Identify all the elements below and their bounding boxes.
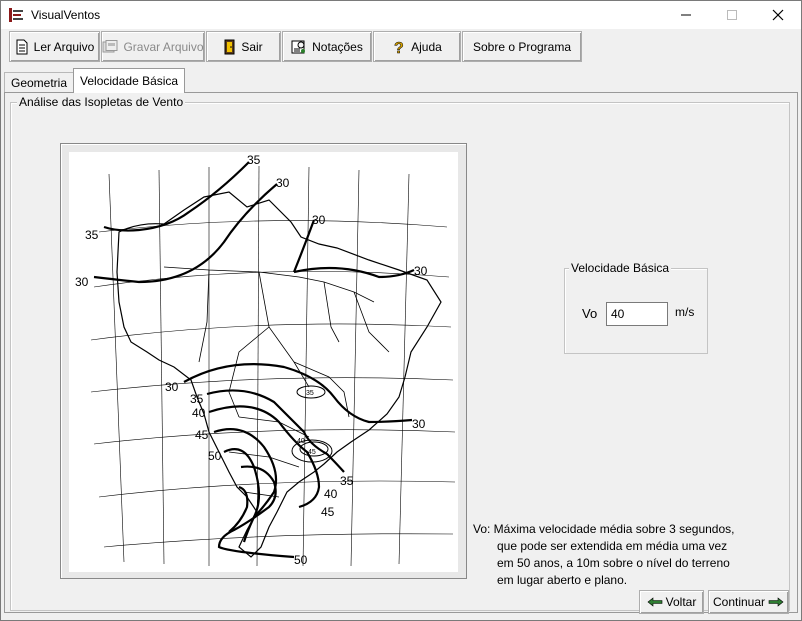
isopleth-label: 50 — [208, 449, 222, 463]
note-line: que pode ser extendida em média uma vez — [497, 539, 728, 553]
notations-label: Notações — [312, 39, 363, 54]
velocity-groupbox-title: Velocidade Básica — [569, 261, 672, 275]
vo-input[interactable] — [606, 302, 668, 326]
analysis-groupbox-title: Análise das Isopletas de Vento — [17, 95, 186, 109]
notes-icon — [291, 39, 307, 55]
document-icon — [15, 39, 29, 55]
analysis-groupbox: Análise das Isopletas de Vento 35 30 35 … — [10, 95, 790, 614]
note-line: em lugar aberto e plano. — [497, 573, 628, 587]
exit-door-icon — [224, 39, 236, 55]
notations-button[interactable]: Notações — [282, 31, 372, 62]
tab-strip: Geometria Velocidade Básica — [4, 68, 186, 93]
tab-geometry-label: Geometria — [11, 76, 68, 90]
continue-label: Continuar — [712, 595, 766, 609]
tab-basic-velocity-label: Velocidade Básica — [80, 74, 179, 88]
tab-panel: Análise das Isopletas de Vento 35 30 35 … — [4, 92, 798, 614]
help-icon: ? — [392, 39, 406, 55]
isopleth-label: 40 — [297, 438, 305, 445]
isopleth-label: 40 — [192, 406, 206, 420]
isopleth-label: 30 — [414, 264, 428, 278]
continue-button[interactable]: Continuar — [708, 590, 789, 614]
isopleth-label: 45 — [308, 449, 316, 456]
close-button[interactable] — [755, 1, 801, 29]
isopleth-label: 50 — [294, 553, 308, 567]
maximize-button[interactable] — [709, 1, 755, 29]
help-button[interactable]: ? Ajuda — [373, 31, 461, 62]
exit-label: Sair — [241, 39, 263, 54]
isopleth-label: 30 — [276, 176, 290, 190]
vo-label: Vo — [582, 306, 598, 321]
note-line: Vo: Máxima velocidade média sobre 3 segu… — [473, 522, 735, 536]
window-title: VisualVentos — [31, 8, 101, 22]
tab-basic-velocity[interactable]: Velocidade Básica — [73, 68, 186, 93]
arrow-left-icon — [647, 597, 662, 607]
isopleth-label: 30 — [312, 213, 326, 227]
app-window: VisualVentos Ler Arquivo Gravar Arquivo — [0, 0, 802, 621]
isopleth-label: 45 — [195, 428, 209, 442]
isopleth-label: 35 — [306, 390, 314, 397]
velocity-groupbox: Velocidade Básica Vo m/s — [564, 261, 708, 354]
isopleth-label: 40 — [324, 487, 338, 501]
velocity-note: Vo: Máxima velocidade média sobre 3 segu… — [473, 521, 773, 589]
save-icon — [102, 39, 118, 54]
save-file-button[interactable]: Gravar Arquivo — [101, 31, 205, 62]
open-file-label: Ler Arquivo — [33, 39, 95, 54]
open-file-button[interactable]: Ler Arquivo — [9, 31, 100, 62]
about-label: Sobre o Programa — [472, 39, 572, 54]
isopleth-label: 35 — [340, 474, 354, 488]
svg-text:?: ? — [394, 40, 404, 55]
isopleth-label: 35 — [85, 228, 99, 242]
map-frame: 35 30 35 30 30 30 30 35 40 45 50 35 40 4… — [60, 143, 467, 579]
minimize-button[interactable] — [663, 1, 709, 29]
about-button[interactable]: Sobre o Programa — [462, 31, 582, 62]
help-label: Ajuda — [411, 39, 442, 54]
back-label: Voltar — [665, 595, 697, 609]
unit-label: m/s — [675, 305, 695, 319]
minimize-icon — [681, 14, 691, 16]
isopleth-label: 35 — [190, 392, 204, 406]
isopleth-label: 45 — [321, 505, 335, 519]
close-icon — [772, 9, 784, 21]
arrow-right-icon — [768, 597, 784, 607]
isopleth-label: 30 — [412, 417, 426, 431]
title-bar[interactable]: VisualVentos — [1, 1, 801, 29]
tab-geometry[interactable]: Geometria — [4, 72, 75, 93]
isopleth-map: 35 30 35 30 30 30 30 35 40 45 50 35 40 4… — [69, 152, 458, 572]
app-logo-icon — [9, 8, 23, 22]
isopleth-label: 30 — [75, 275, 89, 289]
maximize-icon — [727, 10, 737, 20]
save-file-label: Gravar Arquivo — [123, 39, 204, 54]
toolbar: Ler Arquivo Gravar Arquivo Sair Notações… — [9, 31, 583, 63]
isopleth-label: 30 — [165, 380, 179, 394]
note-line: em 50 anos, a 10m sobre o nível do terre… — [497, 556, 730, 570]
isopleth-label: 35 — [247, 153, 261, 167]
back-button[interactable]: Voltar — [639, 590, 704, 614]
exit-button[interactable]: Sair — [206, 31, 281, 62]
